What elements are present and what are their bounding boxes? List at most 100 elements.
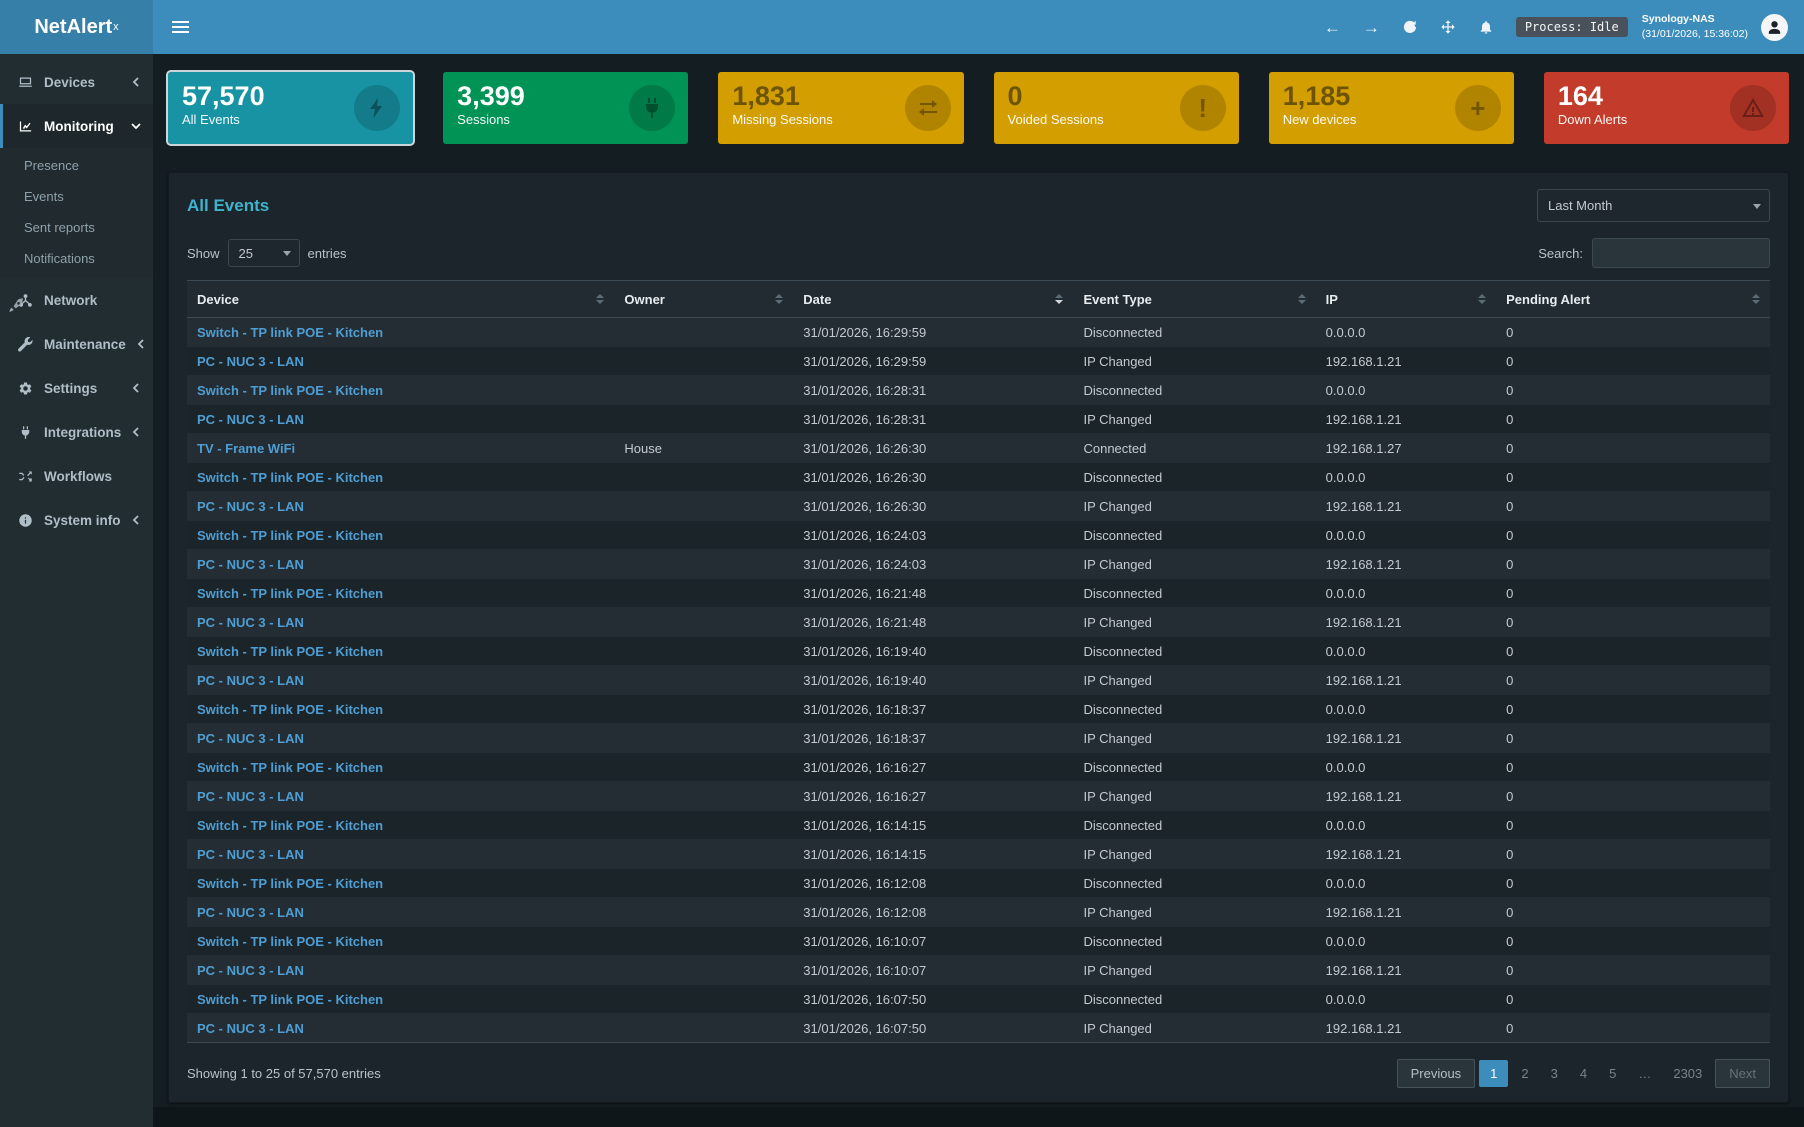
column-header-date[interactable]: Date xyxy=(793,281,1073,318)
table-cell: Disconnected xyxy=(1073,521,1315,550)
table-cell: PC - NUC 3 - LAN xyxy=(187,1014,614,1043)
device-link[interactable]: PC - NUC 3 - LAN xyxy=(197,1021,304,1036)
device-link[interactable]: PC - NUC 3 - LAN xyxy=(197,847,304,862)
device-link[interactable]: Switch - TP link POE - Kitchen xyxy=(197,383,383,398)
sidebar-item-integrations[interactable]: Integrations xyxy=(0,410,153,454)
search-input[interactable] xyxy=(1592,238,1770,268)
device-link[interactable]: Switch - TP link POE - Kitchen xyxy=(197,586,383,601)
sort-icon[interactable] xyxy=(1478,294,1486,304)
device-link[interactable]: Switch - TP link POE - Kitchen xyxy=(197,992,383,1007)
device-link[interactable]: PC - NUC 3 - LAN xyxy=(197,789,304,804)
table-cell: Switch - TP link POE - Kitchen xyxy=(187,753,614,782)
table-cell xyxy=(614,376,793,405)
device-link[interactable]: TV - Frame WiFi xyxy=(197,441,295,456)
sort-icon[interactable] xyxy=(596,294,604,304)
period-select[interactable]: Last Month xyxy=(1537,189,1770,222)
pagination-page-2[interactable]: 2 xyxy=(1512,1060,1537,1087)
brand-logo[interactable]: NetAlertx xyxy=(0,0,153,54)
device-link[interactable]: Switch - TP link POE - Kitchen xyxy=(197,760,383,775)
pagination-next[interactable]: Next xyxy=(1715,1059,1770,1088)
column-header-owner[interactable]: Owner xyxy=(614,281,793,318)
device-link[interactable]: PC - NUC 3 - LAN xyxy=(197,905,304,920)
sidebar-toggle-icon[interactable] xyxy=(153,21,208,33)
user-avatar[interactable] xyxy=(1761,14,1788,41)
card-voided-sessions[interactable]: 0 Voided Sessions ! xyxy=(994,72,1239,144)
device-link[interactable]: PC - NUC 3 - LAN xyxy=(197,499,304,514)
sidebar-item-monitoring[interactable]: Monitoring xyxy=(0,104,153,148)
pagination-page-3[interactable]: 3 xyxy=(1542,1060,1567,1087)
device-link[interactable]: Switch - TP link POE - Kitchen xyxy=(197,325,383,340)
card-new-devices[interactable]: 1,185 New devices + xyxy=(1269,72,1514,144)
pagination-page-4[interactable]: 4 xyxy=(1571,1060,1596,1087)
sidebar-item-devices[interactable]: Devices xyxy=(0,60,153,104)
table-cell: Disconnected xyxy=(1073,376,1315,405)
table-cell: 31/01/2026, 16:24:03 xyxy=(793,521,1073,550)
refresh-icon[interactable] xyxy=(1402,19,1418,35)
sort-icon[interactable] xyxy=(1055,294,1063,304)
column-header-event-type[interactable]: Event Type xyxy=(1073,281,1315,318)
device-link[interactable]: PC - NUC 3 - LAN xyxy=(197,963,304,978)
pagination-previous[interactable]: Previous xyxy=(1397,1059,1476,1088)
move-icon[interactable] xyxy=(1440,19,1456,35)
device-link[interactable]: Switch - TP link POE - Kitchen xyxy=(197,470,383,485)
table-cell: IP Changed xyxy=(1073,550,1315,579)
table-cell: 0 xyxy=(1496,898,1770,927)
pagination-page-5[interactable]: 5 xyxy=(1600,1060,1625,1087)
table-cell: IP Changed xyxy=(1073,666,1315,695)
chevron-left-icon xyxy=(131,383,141,393)
sidebar-item-maintenance[interactable]: Maintenance xyxy=(0,322,153,366)
table-row: PC - NUC 3 - LAN31/01/2026, 16:07:50IP C… xyxy=(187,1014,1770,1043)
pagination-page-1[interactable]: 1 xyxy=(1479,1060,1508,1087)
card-missing-sessions[interactable]: 1,831 Missing Sessions xyxy=(718,72,963,144)
table-cell: IP Changed xyxy=(1073,405,1315,434)
sidebar-subitem-sent-reports[interactable]: Sent reports xyxy=(0,212,153,243)
table-cell: Disconnected xyxy=(1073,869,1315,898)
chevron-down-icon xyxy=(131,121,141,131)
device-link[interactable]: Switch - TP link POE - Kitchen xyxy=(197,528,383,543)
device-link[interactable]: PC - NUC 3 - LAN xyxy=(197,412,304,427)
table-cell: 0.0.0.0 xyxy=(1316,521,1496,550)
table-cell: 0 xyxy=(1496,405,1770,434)
shuffle-icon xyxy=(17,469,34,484)
sidebar-item-workflows[interactable]: Workflows xyxy=(0,454,153,498)
device-link[interactable]: Switch - TP link POE - Kitchen xyxy=(197,702,383,717)
table-cell: 0 xyxy=(1496,666,1770,695)
card-sessions[interactable]: 3,399 Sessions xyxy=(443,72,688,144)
device-link[interactable]: PC - NUC 3 - LAN xyxy=(197,731,304,746)
device-link[interactable]: Switch - TP link POE - Kitchen xyxy=(197,818,383,833)
card-all-events[interactable]: 57,570 All Events xyxy=(168,72,413,144)
table-cell: Disconnected xyxy=(1073,927,1315,956)
device-link[interactable]: PC - NUC 3 - LAN xyxy=(197,615,304,630)
device-link[interactable]: PC - NUC 3 - LAN xyxy=(197,354,304,369)
column-header-pending-alert[interactable]: Pending Alert xyxy=(1496,281,1770,318)
column-header-device[interactable]: Device xyxy=(187,281,614,318)
table-cell: IP Changed xyxy=(1073,608,1315,637)
device-link[interactable]: Switch - TP link POE - Kitchen xyxy=(197,644,383,659)
events-table-body: Switch - TP link POE - Kitchen 31/01/2026… xyxy=(187,318,1770,1043)
card-down-alerts[interactable]: 164 Down Alerts xyxy=(1544,72,1789,144)
device-link[interactable]: Switch - TP link POE - Kitchen xyxy=(197,934,383,949)
sort-icon[interactable] xyxy=(775,294,783,304)
device-link[interactable]: PC - NUC 3 - LAN xyxy=(197,673,304,688)
table-cell: IP Changed xyxy=(1073,492,1315,521)
sidebar-item-settings[interactable]: Settings xyxy=(0,366,153,410)
table-cell: 0 xyxy=(1496,550,1770,579)
table-cell: 0 xyxy=(1496,347,1770,376)
sort-icon[interactable] xyxy=(1298,294,1306,304)
sidebar-subitem-presence[interactable]: Presence xyxy=(0,150,153,181)
entries-select[interactable]: 25 xyxy=(228,239,300,267)
nav-forward-icon[interactable]: → xyxy=(1363,19,1380,36)
table-cell: 0.0.0.0 xyxy=(1316,695,1496,724)
device-link[interactable]: Switch - TP link POE - Kitchen xyxy=(197,876,383,891)
bell-icon[interactable] xyxy=(1478,19,1494,35)
sort-icon[interactable] xyxy=(1752,294,1760,304)
sidebar-subitem-events[interactable]: Events xyxy=(0,181,153,212)
pagination-page-last[interactable]: 2303 xyxy=(1664,1060,1711,1087)
table-cell: 0.0.0.0 xyxy=(1316,927,1496,956)
table-cell xyxy=(614,637,793,666)
nav-back-icon[interactable]: ← xyxy=(1324,19,1341,36)
column-header-ip[interactable]: IP xyxy=(1316,281,1496,318)
sidebar-item-system-info[interactable]: System info xyxy=(0,498,153,542)
sidebar-subitem-notifications[interactable]: Notifications xyxy=(0,243,153,274)
device-link[interactable]: PC - NUC 3 - LAN xyxy=(197,557,304,572)
